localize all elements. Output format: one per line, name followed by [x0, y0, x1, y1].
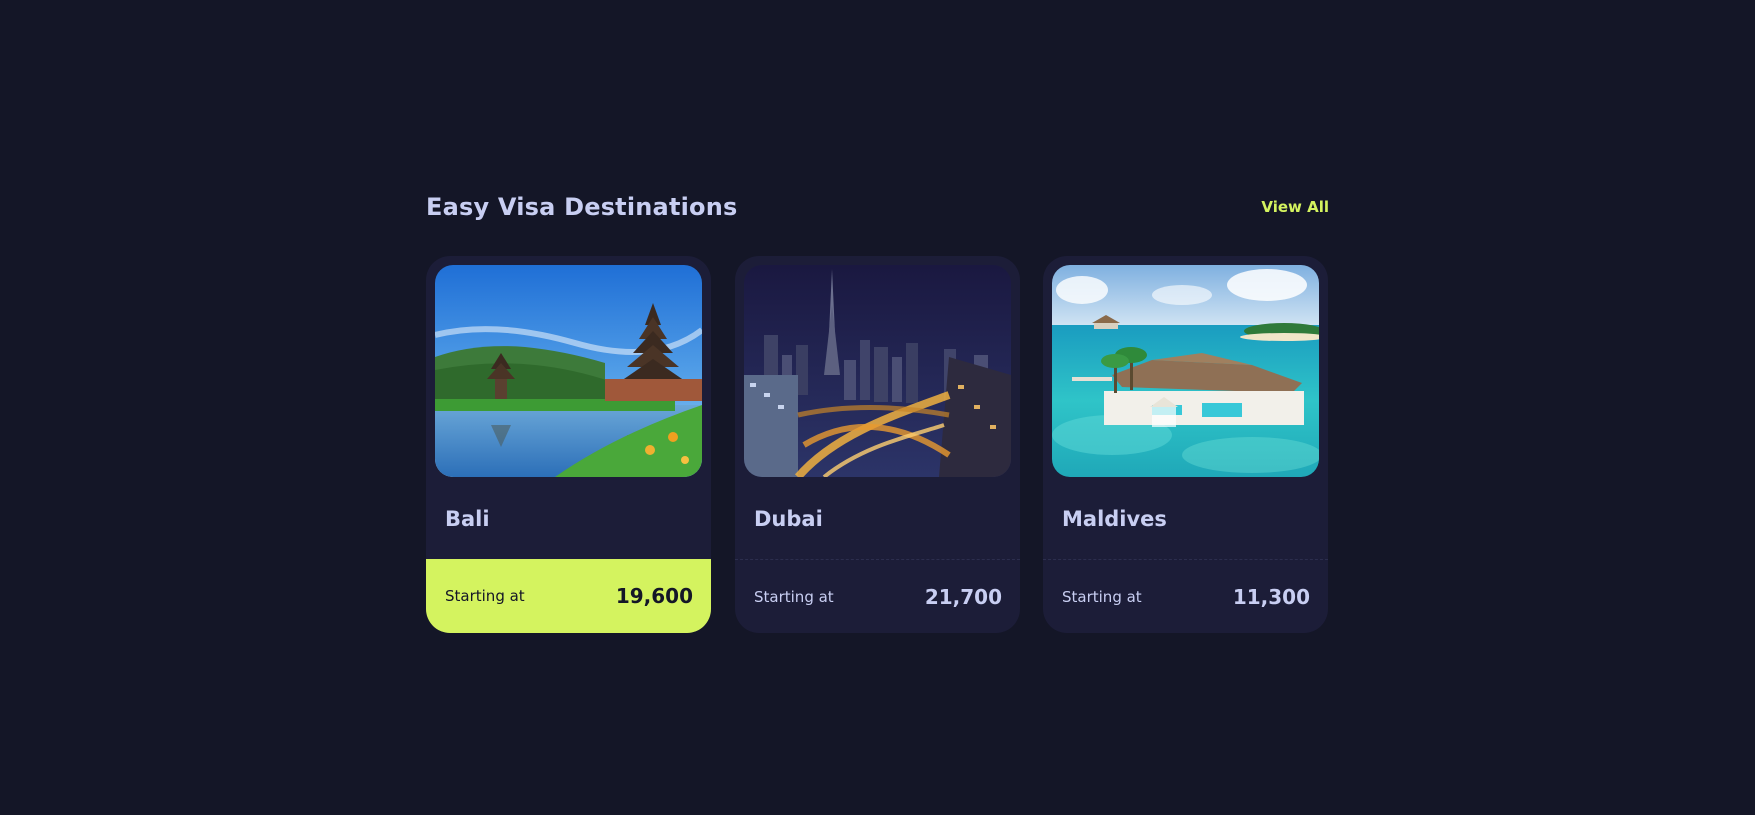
dubai-photo [744, 265, 1011, 477]
maldives-photo [1052, 265, 1319, 477]
destination-name: Maldives [1062, 507, 1167, 531]
destination-name: Bali [445, 507, 490, 531]
destination-card-maldives[interactable]: Maldives Starting at 11,300 [1043, 256, 1328, 633]
starting-at-label: Starting at [445, 587, 525, 605]
price-value: 11,300 [1232, 584, 1310, 609]
destination-cards: Bali Starting at 19,600 Dubai Starting a… [426, 256, 1329, 633]
price-footer: Starting at 21,700 [735, 559, 1020, 633]
price-footer: Starting at 11,300 [1043, 559, 1328, 633]
destination-card-dubai[interactable]: Dubai Starting at 21,700 [735, 256, 1020, 633]
price-value: 19,600 [615, 584, 693, 608]
view-all-link[interactable]: View All [1261, 198, 1329, 216]
starting-at-label: Starting at [1062, 587, 1142, 606]
starting-at-label: Starting at [754, 587, 834, 606]
price-footer: Starting at 19,600 [426, 559, 711, 633]
price-value: 21,700 [924, 584, 1002, 609]
destination-card-bali[interactable]: Bali Starting at 19,600 [426, 256, 711, 633]
destination-name: Dubai [754, 507, 823, 531]
section-header: Easy Visa Destinations View All [426, 185, 1329, 229]
bali-photo [435, 265, 702, 477]
section-title: Easy Visa Destinations [426, 193, 738, 221]
easy-visa-destinations-section: Easy Visa Destinations View All Bali Sta… [426, 185, 1329, 633]
